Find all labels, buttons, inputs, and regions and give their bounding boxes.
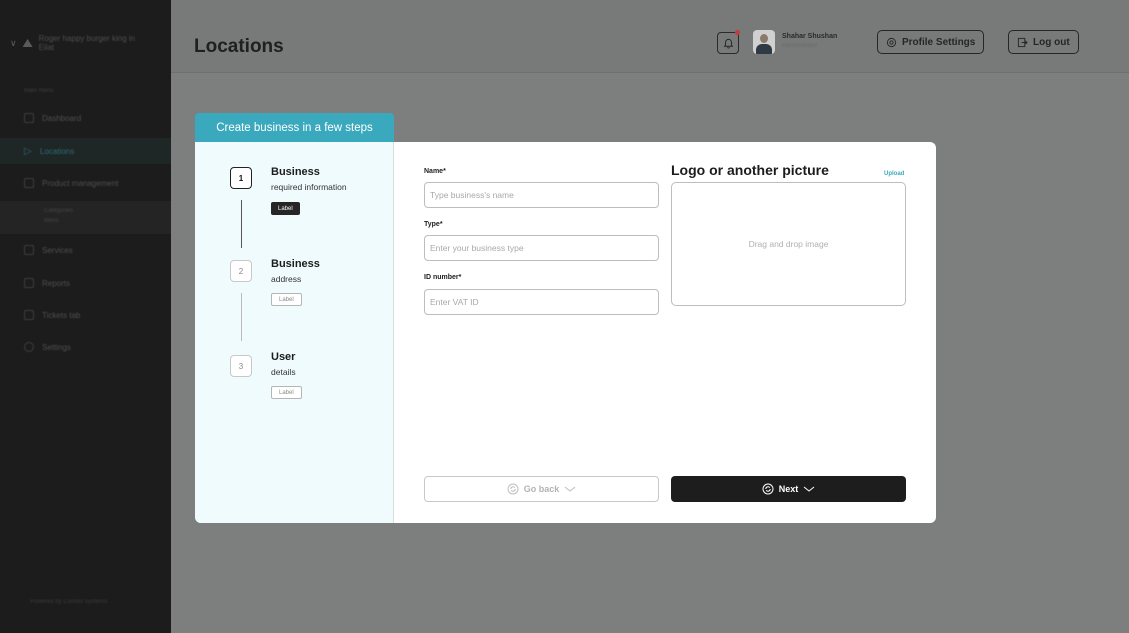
- name-label: Name*: [424, 168, 446, 175]
- step-badge: Label: [271, 202, 300, 215]
- settings-icon: [24, 342, 34, 352]
- sidebar-item-label: Settings: [42, 342, 71, 352]
- id-number-label: ID number*: [424, 274, 462, 281]
- sidebar-section-label: Main menu: [24, 88, 54, 94]
- business-logo-icon: [22, 39, 33, 47]
- step-connector: [241, 293, 242, 341]
- go-back-label: Go back: [523, 484, 560, 494]
- upload-link[interactable]: Upload: [884, 171, 904, 177]
- business-switcher[interactable]: ∨ Roger happy burger king in Eilat: [10, 34, 139, 52]
- chevron-down-icon: ∨: [10, 37, 17, 48]
- business-type-input[interactable]: [424, 235, 659, 261]
- user-name: Shahar Shushan: [782, 33, 838, 40]
- dashboard-icon: [24, 113, 34, 123]
- sidebar-subitem-categories[interactable]: Categories: [44, 206, 171, 216]
- sidebar-submenu: Categories Items: [0, 201, 171, 234]
- sidebar-item-label: Reports: [42, 278, 71, 288]
- page-title: Locations: [194, 36, 284, 57]
- sidebar: ∨ Roger happy burger king in Eilat Main …: [0, 0, 171, 633]
- product-icon: [24, 178, 34, 188]
- reports-icon: [24, 278, 34, 288]
- logout-icon: [1017, 37, 1028, 47]
- step-subtitle: required information: [271, 182, 347, 192]
- sidebar-footer: Powered by Combo Systems: [30, 599, 108, 605]
- step-title: Business: [271, 258, 320, 270]
- chevron-down-icon: [803, 486, 815, 492]
- sidebar-item-label: Product management: [42, 178, 119, 188]
- sidebar-item-services[interactable]: Services: [24, 245, 73, 255]
- vat-id-input[interactable]: [424, 289, 659, 315]
- step-subtitle: address: [271, 274, 302, 284]
- sidebar-item-label: Dashboard: [42, 113, 82, 123]
- refresh-icon: [762, 483, 774, 495]
- step-title: User: [271, 351, 296, 363]
- sidebar-item-label: Locations: [40, 146, 75, 156]
- profile-settings-label: Profile Settings: [902, 36, 976, 48]
- avatar[interactable]: [753, 30, 775, 54]
- sidebar-item-label: Tickets tab: [42, 310, 81, 320]
- step-subtitle: details: [271, 367, 296, 377]
- step-number[interactable]: 1: [230, 167, 252, 189]
- refresh-icon: [507, 483, 519, 495]
- sidebar-item-product-management[interactable]: Product management: [24, 178, 119, 188]
- image-dropzone[interactable]: Drag and drop image: [671, 182, 906, 306]
- sidebar-item-tickets[interactable]: Tickets tab: [24, 310, 80, 320]
- wizard-tab: Create business in a few steps: [195, 113, 394, 142]
- sidebar-item-dashboard[interactable]: Dashboard: [24, 113, 81, 123]
- business-name-input[interactable]: [424, 182, 659, 208]
- top-header: Locations Shahar Shushan Administrator P…: [171, 0, 1129, 73]
- notification-dot: [735, 30, 740, 35]
- logout-label: Log out: [1033, 36, 1070, 48]
- notifications-button[interactable]: [717, 30, 740, 54]
- step-connector: [241, 200, 242, 248]
- profile-settings-button[interactable]: Profile Settings: [877, 30, 985, 54]
- logout-button[interactable]: Log out: [1008, 30, 1079, 54]
- services-icon: [24, 245, 34, 255]
- bell-icon: [723, 38, 733, 49]
- go-back-button[interactable]: Go back: [424, 476, 659, 502]
- sidebar-item-locations[interactable]: ▷ Locations: [24, 146, 75, 157]
- sidebar-subitem-items[interactable]: Items: [44, 216, 171, 226]
- user-role: Administrator: [782, 43, 818, 49]
- dropzone-text: Drag and drop image: [748, 239, 829, 249]
- create-business-modal: 1 Business required information Label 2 …: [195, 142, 936, 523]
- step-title: Business: [271, 166, 320, 178]
- gear-icon: [886, 37, 897, 47]
- type-label: Type*: [424, 221, 443, 228]
- tickets-icon: [24, 310, 34, 320]
- next-label: Next: [778, 484, 799, 494]
- sidebar-item-settings[interactable]: Settings: [24, 342, 71, 352]
- sidebar-item-label: Services: [42, 245, 73, 255]
- step-badge: Label: [271, 293, 302, 306]
- sidebar-item-reports[interactable]: Reports: [24, 278, 70, 288]
- step-number[interactable]: 2: [230, 260, 252, 282]
- logo-section-title: Logo or another picture: [671, 162, 829, 178]
- location-arrow-icon: ▷: [24, 146, 32, 157]
- business-name: Roger happy burger king in Eilat: [38, 34, 136, 52]
- next-button[interactable]: Next: [671, 476, 906, 502]
- step-number[interactable]: 3: [230, 355, 252, 377]
- steps-panel: 1 Business required information Label 2 …: [195, 142, 394, 523]
- step-badge: Label: [271, 386, 302, 399]
- chevron-down-icon: [564, 486, 576, 492]
